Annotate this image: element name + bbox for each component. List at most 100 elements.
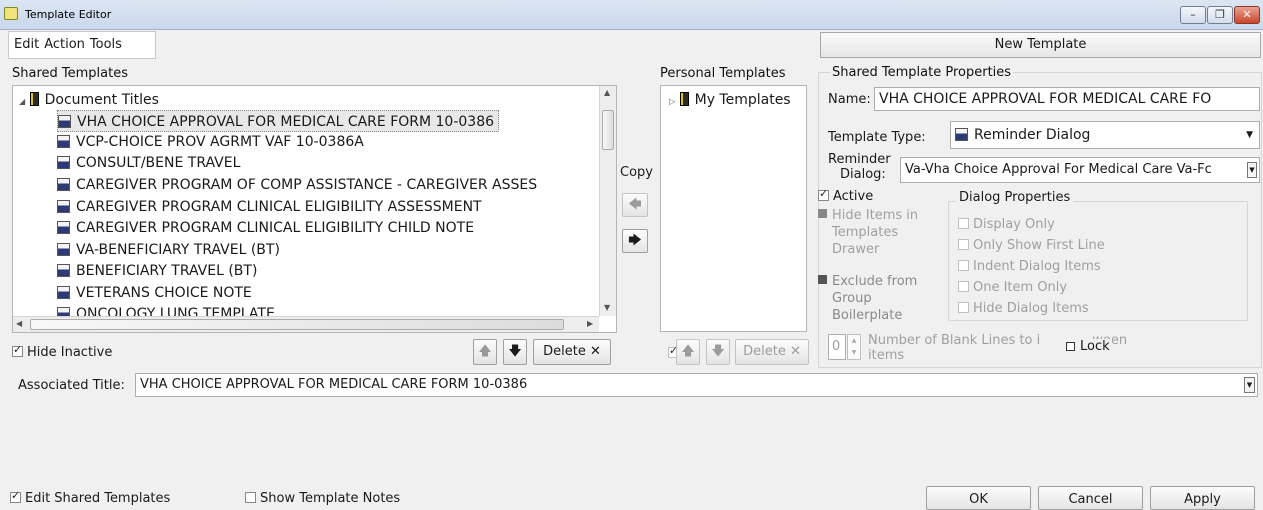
checkbox-box[interactable] xyxy=(818,209,827,218)
tree-root-document-titles[interactable]: ◢ Document Titles xyxy=(19,89,159,111)
name-field[interactable]: VHA CHOICE APPROVAL FOR MEDICAL CARE FO xyxy=(874,87,1260,111)
checkbox-box[interactable] xyxy=(818,275,827,284)
dropdown-arrow-icon[interactable]: ▼ xyxy=(1247,162,1257,178)
folder-icon xyxy=(679,92,689,106)
tree-item-shared-4[interactable]: CAREGIVER PROGRAM CLINICAL ELIGIBILITY A… xyxy=(57,196,482,218)
tree-item-shared-2[interactable]: CONSULT/BENE TRAVEL xyxy=(57,152,240,174)
title-bar: Template Editor – ❐ ✕ xyxy=(0,0,1263,30)
one-item-only-checkbox[interactable]: One Item Only xyxy=(958,277,1105,298)
spin-down-icon[interactable]: ▼ xyxy=(848,347,860,359)
menu-action[interactable]: Action xyxy=(44,37,85,52)
checkbox-box[interactable] xyxy=(958,260,969,271)
arrow-right-icon: 🡆 xyxy=(628,233,642,248)
copy-right-button[interactable]: 🡆 xyxy=(622,229,648,253)
dropdown-arrow-icon[interactable]: ▼ xyxy=(1244,377,1255,393)
tree-item-shared-8[interactable]: VETERANS CHOICE NOTE xyxy=(57,282,252,304)
tree-item-shared-5[interactable]: CAREGIVER PROGRAM CLINICAL ELIGIBILITY C… xyxy=(57,217,474,239)
associated-title-select[interactable]: VHA CHOICE APPROVAL FOR MEDICAL CARE FOR… xyxy=(135,373,1258,397)
shared-templates-tree[interactable]: ◢ Document Titles VHA CHOICE APPROVAL FO… xyxy=(12,85,617,333)
arrow-left-icon: 🡄 xyxy=(628,197,642,212)
new-template-button[interactable]: New Template xyxy=(820,32,1261,58)
checkbox-box[interactable] xyxy=(958,239,969,250)
show-template-notes-checkbox[interactable]: Show Template Notes xyxy=(245,491,400,506)
template-icon xyxy=(57,178,70,191)
checkbox-box[interactable] xyxy=(1066,342,1075,351)
arrow-down-icon: 🡇 xyxy=(508,344,522,359)
checkbox-box[interactable] xyxy=(12,343,23,357)
personal-delete-button[interactable]: Delete ✕ xyxy=(735,339,809,365)
template-type-select[interactable]: Reminder Dialog ▼ xyxy=(950,121,1260,149)
associated-title-row: Associated Title: VHA CHOICE APPROVAL FO… xyxy=(8,372,1258,400)
template-icon xyxy=(57,243,70,256)
checkbox-box[interactable] xyxy=(10,489,21,503)
tree-item-shared-0[interactable]: VHA CHOICE APPROVAL FOR MEDICAL CARE FOR… xyxy=(57,110,500,132)
tree-item-shared-6[interactable]: VA-BENEFICIARY TRAVEL (BT) xyxy=(57,239,280,261)
checkbox-box[interactable] xyxy=(958,218,969,229)
copy-left-button[interactable]: 🡄 xyxy=(622,193,648,217)
move-down-button[interactable]: 🡇 xyxy=(503,339,527,365)
template-icon xyxy=(57,221,70,234)
cancel-button[interactable]: Cancel xyxy=(1038,486,1143,510)
edit-shared-templates-checkbox[interactable]: Edit Shared Templates xyxy=(10,489,170,506)
blank-lines-spinner[interactable]: ▲ ▼ xyxy=(847,334,861,360)
scroll-thumb[interactable] xyxy=(602,110,614,150)
window-title: Template Editor xyxy=(25,8,112,21)
personal-move-up-button[interactable]: 🡅 xyxy=(676,339,700,365)
active-checkbox[interactable]: Active xyxy=(818,187,873,204)
scroll-up-arrow-icon[interactable]: ▲ xyxy=(604,88,610,97)
delete-x-icon: ✕ xyxy=(789,344,801,359)
shared-vertical-scrollbar[interactable]: ▲ ▼ xyxy=(599,86,616,316)
shared-horizontal-scrollbar[interactable]: ◀ ▶ xyxy=(13,316,599,332)
arrow-down-icon: 🡇 xyxy=(711,344,725,359)
hide-inactive-checkbox[interactable]: Hide Inactive xyxy=(12,343,112,360)
checkbox-box[interactable] xyxy=(245,492,256,503)
minimize-button[interactable]: – xyxy=(1180,6,1206,24)
tree-root-my-templates[interactable]: ▷ My Templates xyxy=(669,89,791,111)
checkbox-box[interactable] xyxy=(958,302,969,313)
maximize-button[interactable]: ❐ xyxy=(1207,6,1233,24)
display-only-checkbox[interactable]: Display Only xyxy=(958,214,1105,235)
personal-templates-tree[interactable]: ▷ My Templates xyxy=(660,85,807,332)
arrow-up-icon: 🡅 xyxy=(681,344,695,359)
associated-title-label: Associated Title: xyxy=(18,378,125,393)
scroll-down-arrow-icon[interactable]: ▼ xyxy=(604,303,610,312)
scroll-left-arrow-icon[interactable]: ◀ xyxy=(16,319,22,328)
tree-item-shared-1[interactable]: VCP-CHOICE PROV AGRMT VAF 10-0386A xyxy=(57,131,364,153)
move-up-button[interactable]: 🡅 xyxy=(473,339,497,365)
tree-item-shared-9[interactable]: ONCOLOGY LUNG TEMPLATE xyxy=(57,303,275,317)
template-editor-app-icon xyxy=(4,7,18,20)
tree-item-shared-7[interactable]: BENEFICIARY TRAVEL (BT) xyxy=(57,260,257,282)
menu-tools[interactable]: Tools xyxy=(90,37,122,52)
exclude-boilerplate-checkbox[interactable]: Exclude from Group Boilerplate xyxy=(818,273,950,324)
blank-lines-field[interactable]: 0 xyxy=(828,334,846,360)
indent-dialog-items-checkbox[interactable]: Indent Dialog Items xyxy=(958,256,1105,277)
folder-icon xyxy=(29,92,39,106)
checkbox-box[interactable] xyxy=(958,281,969,292)
hide-items-checkbox[interactable]: Hide Items in Templates Drawer xyxy=(818,207,950,258)
name-label: Name: xyxy=(828,92,871,107)
menu-bar: Edit Action Tools xyxy=(8,31,156,59)
hide-dialog-items-checkbox[interactable]: Hide Dialog Items xyxy=(958,298,1105,319)
expand-triangle-icon[interactable]: ▷ xyxy=(669,97,675,106)
dropdown-arrow-icon[interactable]: ▼ xyxy=(1246,122,1253,148)
dialog-properties-label: Dialog Properties xyxy=(956,190,1074,205)
delete-x-icon: ✕ xyxy=(589,344,601,359)
collapse-triangle-icon[interactable]: ◢ xyxy=(19,97,25,106)
menu-edit[interactable]: Edit xyxy=(14,37,39,52)
scroll-thumb-horizontal[interactable] xyxy=(30,319,564,330)
template-icon xyxy=(57,264,70,277)
tree-item-shared-3[interactable]: CAREGIVER PROGRAM OF COMP ASSISTANCE - C… xyxy=(57,174,537,196)
scroll-right-arrow-icon[interactable]: ▶ xyxy=(587,319,593,328)
spin-up-icon[interactable]: ▲ xyxy=(848,335,860,347)
lock-checkbox[interactable]: Lock xyxy=(1064,339,1112,354)
shared-template-properties: Shared Template Properties Name: VHA CHO… xyxy=(818,63,1263,368)
apply-button[interactable]: Apply xyxy=(1150,486,1255,510)
reminder-dialog-select[interactable]: Va-Vha Choice Approval For Medical Care … xyxy=(900,157,1260,183)
close-button[interactable]: ✕ xyxy=(1234,6,1260,24)
shared-delete-button[interactable]: Delete ✕ xyxy=(533,339,611,365)
personal-move-down-button[interactable]: 🡇 xyxy=(706,339,730,365)
only-show-first-line-checkbox[interactable]: Only Show First Line xyxy=(958,235,1105,256)
checkbox-box[interactable] xyxy=(818,187,829,201)
template-type-label: Template Type: xyxy=(828,130,926,145)
ok-button[interactable]: OK xyxy=(926,486,1031,510)
